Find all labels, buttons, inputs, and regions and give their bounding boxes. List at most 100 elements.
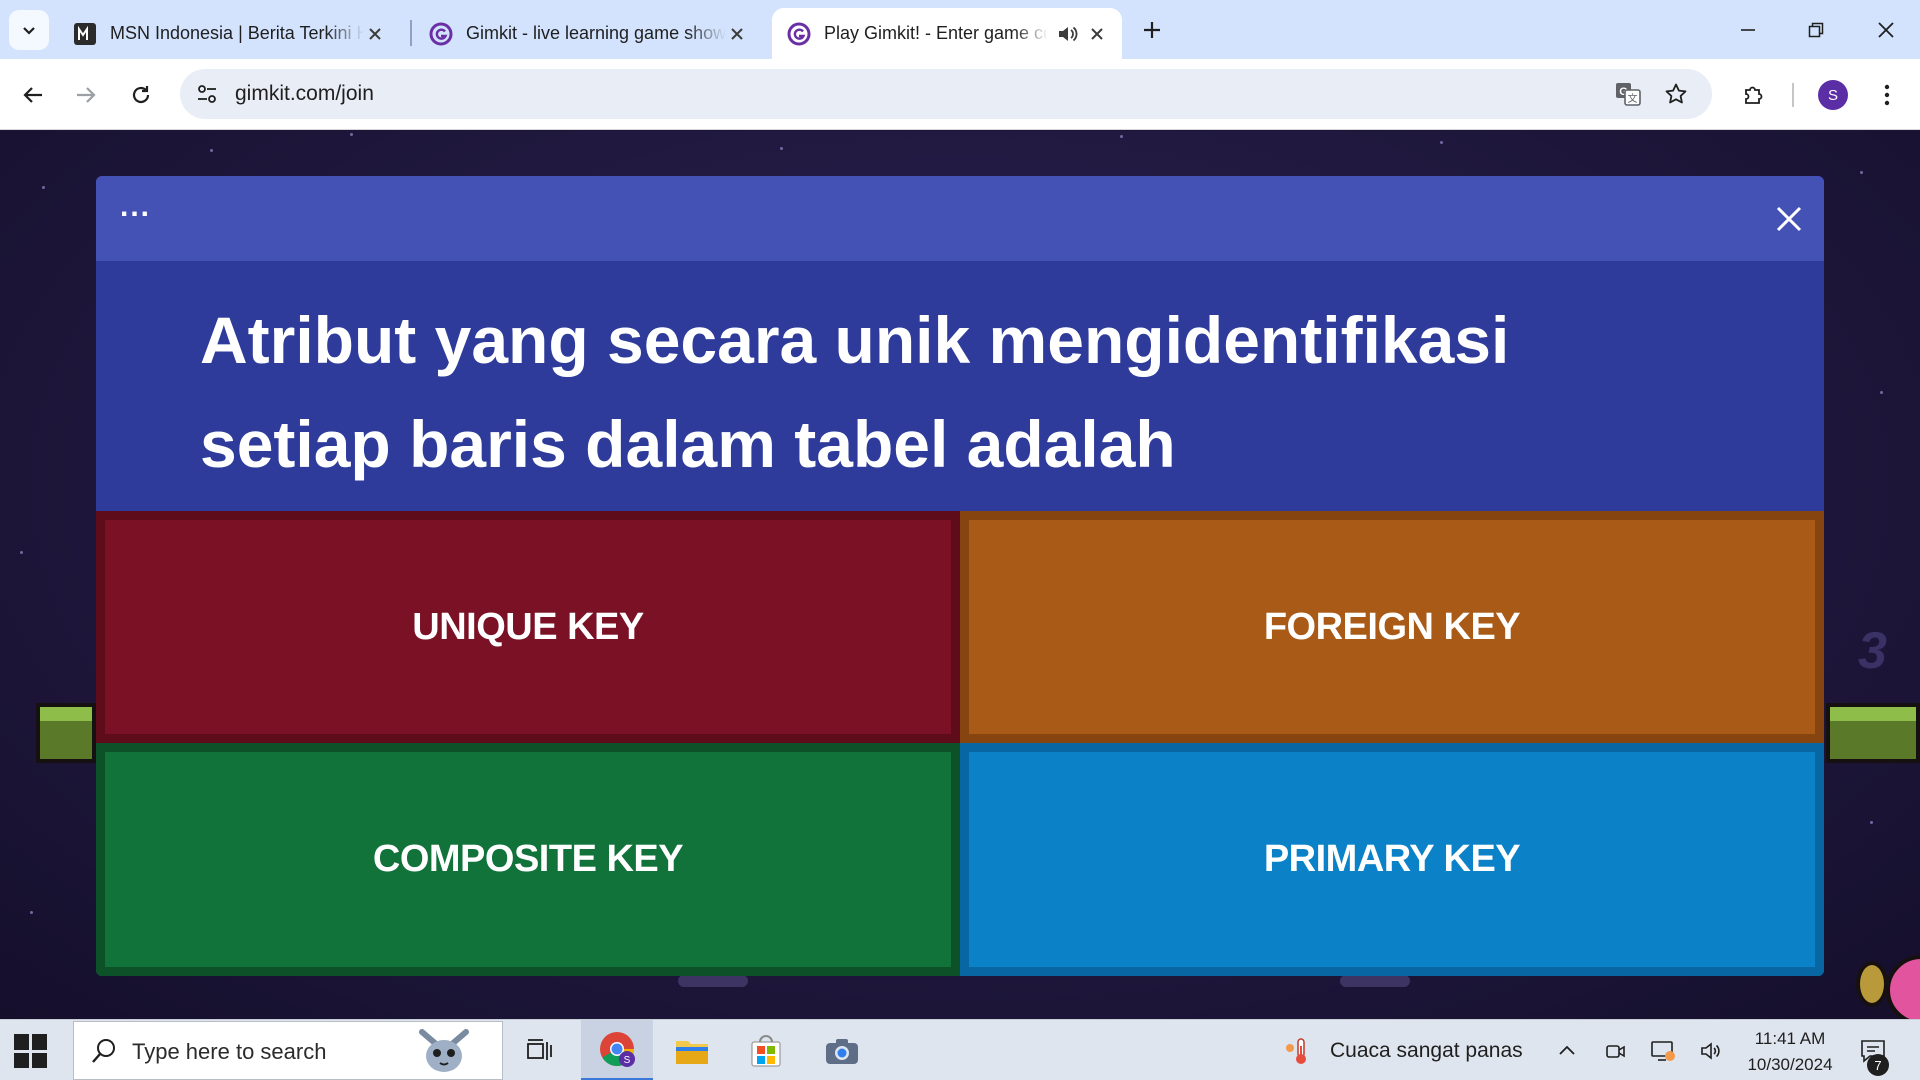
close-question-button[interactable] [1772,202,1806,236]
taskbar-search[interactable]: Type here to search [73,1021,503,1080]
weather-text[interactable]: Cuaca sangat panas [1330,1039,1523,1063]
plus-icon [1144,22,1160,38]
star [1860,171,1863,174]
back-button[interactable] [12,74,54,116]
tab-separator [410,20,412,46]
site-settings-icon[interactable] [192,79,222,109]
close-tab-icon[interactable] [1086,23,1108,45]
tab-strip: MSN Indonesia | Berita Terkini Hari Ini … [0,0,1920,59]
answer-grid: UNIQUE KEY FOREIGN KEY COMPOSITE KEY PRI… [96,511,1824,976]
card-header: ... [96,176,1824,261]
star [1440,141,1443,144]
minimize-button[interactable] [1714,0,1782,59]
question-text: Atribut yang secara unik mengidentifikas… [200,303,1510,481]
arrow-left-icon [23,87,42,103]
answer-label: COMPOSITE KEY [372,838,684,880]
extensions-button[interactable] [1733,74,1775,116]
meet-now-icon[interactable] [1600,1036,1630,1066]
tab-gimkit-join[interactable]: Play Gimkit! - Enter game code [772,8,1122,59]
folder-icon [676,1040,708,1064]
browser-menu-button[interactable] [1866,74,1908,116]
pink-blob-icon [1886,955,1920,1019]
taskbar-clock[interactable]: 11:41 AM 10/30/2024 [1738,1026,1842,1078]
minimize-icon [1741,28,1755,31]
reload-icon [132,86,150,104]
tab-search-button[interactable] [9,10,49,50]
background-number: 3 [1858,622,1887,680]
star [30,911,33,914]
answer-option-4[interactable]: PRIMARY KEY [960,743,1824,976]
bookmark-star-icon[interactable] [1660,78,1692,110]
card-menu-button[interactable]: ... [120,192,160,228]
restore-icon [1808,22,1824,37]
address-bar[interactable]: gimkit.com/join G文 [180,69,1712,119]
game-platform [36,703,96,763]
weather-icon[interactable] [1282,1036,1312,1066]
restore-button[interactable] [1782,0,1850,59]
gimkit-icon [786,21,812,47]
gimkit-icon [428,21,454,47]
taskbar-microsoft-store[interactable] [730,1020,802,1080]
star [350,133,353,136]
close-window-button[interactable] [1852,0,1920,59]
chrome-icon: S [600,1032,635,1067]
store-icon [751,1034,781,1066]
arrow-right-icon [77,87,96,103]
tab-title: Gimkit - live learning game show [466,23,726,43]
arrow-left-icon [1340,975,1410,987]
close-tab-icon[interactable] [726,23,748,45]
profile-avatar[interactable]: S [1818,80,1848,110]
close-icon [1878,21,1894,38]
question-card: ... Atribut yang secara unik mengidentif… [96,176,1824,976]
task-view-button[interactable] [504,1020,576,1080]
translate-icon[interactable]: G文 [1612,78,1644,110]
answer-option-3[interactable]: COMPOSITE KEY [96,743,960,976]
reload-button[interactable] [120,74,162,116]
volume-icon[interactable] [1696,1036,1726,1066]
tab-gimkit-home[interactable]: Gimkit - live learning game show [414,8,762,59]
clock-time: 11:41 AM [1754,1029,1826,1048]
taskbar-chrome[interactable]: S [581,1020,653,1080]
close-tab-icon[interactable] [364,23,386,45]
svg-text:S: S [624,1055,631,1066]
start-button[interactable] [14,1034,48,1068]
taskbar-file-explorer[interactable] [656,1020,728,1080]
answer-label: FOREIGN KEY [1263,605,1521,648]
puzzle-icon [1745,86,1763,104]
tab-title: Play Gimkit! - Enter game code [824,23,1048,43]
forward-button[interactable] [65,74,107,116]
new-tab-button[interactable] [1138,12,1166,48]
clock-date: 10/30/2024 [1747,1055,1833,1074]
close-icon [1776,206,1802,232]
chevron-down-icon [23,27,35,35]
tab-title: MSN Indonesia | Berita Terkini Hari Ini [110,23,364,43]
star [1120,135,1123,138]
star [42,186,45,189]
svg-text:文: 文 [1628,92,1638,105]
arrow-right-icon [678,975,748,987]
taskbar-camera[interactable] [806,1020,878,1080]
star [20,551,23,554]
kebab-menu-icon [1884,84,1890,106]
star [1880,391,1883,394]
star [780,147,783,150]
browser-toolbar: gimkit.com/join G文 S [0,59,1920,130]
answer-option-2[interactable]: FOREIGN KEY [960,511,1824,743]
url-text[interactable]: gimkit.com/join [235,82,374,106]
chevron-up-icon[interactable] [1552,1036,1582,1066]
toolbar-divider [1792,83,1794,107]
speaker-icon[interactable] [1056,23,1078,45]
star [1870,821,1873,824]
task-view-icon [527,1038,552,1060]
answer-label: PRIMARY KEY [1263,838,1521,880]
search-icon [92,1039,115,1063]
answer-label: UNIQUE KEY [412,605,644,648]
network-icon[interactable] [1648,1036,1678,1066]
tab-msn[interactable]: MSN Indonesia | Berita Terkini Hari Ini [58,8,400,59]
camera-icon [826,1038,858,1064]
answer-option-1[interactable]: UNIQUE KEY [96,511,960,743]
search-placeholder[interactable]: Type here to search [132,1039,326,1065]
windows-taskbar: Type here to search S Cuaca sangat panas [0,1019,1920,1080]
msn-icon [72,21,98,47]
coin-icon [1856,961,1888,1007]
